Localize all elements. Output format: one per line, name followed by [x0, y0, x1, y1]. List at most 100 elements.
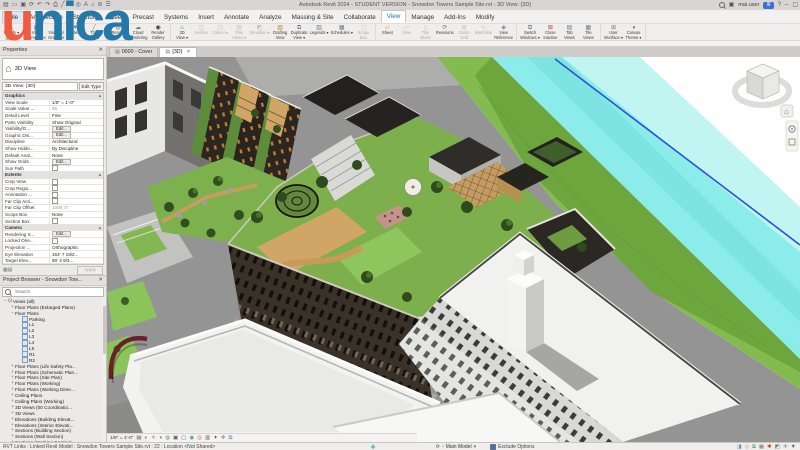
worksharing-display-toggle-icon[interactable]: ◨: [737, 444, 742, 450]
checkbox[interactable]: [52, 192, 58, 198]
close-icon[interactable]: ✕: [98, 46, 103, 55]
visual-style-icon[interactable]: ◐: [145, 435, 148, 442]
drag-elements-toggle-icon[interactable]: ✛: [783, 444, 788, 450]
search-input[interactable]: [13, 289, 97, 296]
background-processes-icon[interactable]: ❖: [370, 444, 375, 450]
aligned-dimension-icon[interactable]: ⇱: [68, 1, 73, 9]
thin-lines-icon[interactable]: ☰: [106, 1, 111, 9]
property-section-graphics[interactable]: Graphics▴: [3, 93, 103, 100]
matchline-button[interactable]: ∿Matchline: [474, 25, 494, 40]
text-icon[interactable]: A: [84, 1, 88, 9]
view-button[interactable]: ▭View: [397, 25, 416, 40]
project-browser-header[interactable]: Project Browser - Snowdon Tow... ✕: [0, 276, 106, 286]
ribbon-tab-view[interactable]: View: [381, 10, 407, 23]
patio-umbrella[interactable]: [405, 179, 422, 196]
render-gallery-button[interactable]: ◉Render Gallery: [149, 25, 168, 40]
crop-view-icon[interactable]: ▣: [173, 435, 178, 442]
render-button[interactable]: ◍Render: [109, 25, 128, 40]
3d-view-button[interactable]: ⌂3D View ▾: [173, 25, 192, 40]
checkbox[interactable]: [52, 165, 58, 171]
edit-type-button[interactable]: Edit Type: [79, 82, 104, 91]
type-selector[interactable]: ⌂ 3D View: [2, 58, 104, 80]
property-value[interactable]: Fine: [50, 113, 103, 118]
ribbon-tab-structure[interactable]: Structure: [68, 12, 104, 23]
ribbon-tab-annotate[interactable]: Annotate: [219, 12, 254, 23]
tile-views-button[interactable]: ▦Tile Views: [579, 25, 598, 40]
elevation-button[interactable]: ◩Elevation ▾: [249, 25, 271, 40]
property-value[interactable]: By Discipline: [50, 146, 103, 151]
chevron-down-icon[interactable]: ▾: [474, 444, 477, 450]
property-value[interactable]: Orthographic: [50, 245, 103, 250]
scrollbar-thumb[interactable]: [103, 306, 106, 354]
edit-button[interactable]: Edit...: [52, 159, 71, 165]
collapse-icon[interactable]: ▴: [99, 225, 103, 231]
property-value[interactable]: 90' 4 9/3...: [50, 258, 103, 263]
property-value[interactable]: 164' 7 19/2...: [50, 252, 103, 257]
property-value[interactable]: None: [50, 212, 103, 217]
close-icon[interactable]: ✕: [186, 48, 190, 57]
sync-with-central-icon[interactable]: ⟳: [29, 1, 34, 9]
properties-palette-icon[interactable]: ▦▤: [3, 267, 12, 273]
tag-by-category-icon[interactable]: ◎: [76, 1, 81, 9]
help-button[interactable]: ?: [778, 1, 781, 9]
minimize-button[interactable]: –: [785, 1, 788, 9]
open-icon[interactable]: ▭: [12, 1, 18, 9]
user-interface-button[interactable]: ⊞User Interface ▾: [603, 25, 624, 40]
property-value[interactable]: Architectural: [50, 139, 103, 144]
maximize-button[interactable]: ▢: [792, 1, 798, 9]
close-inactive-button[interactable]: ⊠Close Inactive: [541, 25, 560, 40]
property-value[interactable]: None: [50, 153, 103, 158]
print-icon[interactable]: ⎙: [53, 1, 58, 9]
instance-selector-dropdown[interactable]: 3D View: {3D}: [2, 82, 78, 91]
ribbon-tab-steel[interactable]: Steel: [103, 12, 127, 23]
account-user[interactable]: mai.user: [738, 2, 759, 8]
view-templates-button[interactable]: ▣View Templates: [26, 25, 47, 40]
cloud-rendering-button[interactable]: ☁Cloud Rendering: [128, 25, 149, 40]
drawing-area[interactable]: ⌂: [107, 57, 800, 442]
active-workset-icon[interactable]: ⟳: [436, 444, 440, 450]
default-3d-view-icon[interactable]: ⌂: [91, 1, 95, 9]
ribbon-tab-architecture[interactable]: Architecture: [24, 12, 68, 23]
section-button[interactable]: ◫Section: [192, 25, 211, 40]
workspaces-badge[interactable]: ≣: [763, 2, 773, 9]
show-crop-region-icon[interactable]: ▢: [181, 435, 186, 442]
ribbon-tab-modify[interactable]: Modify: [471, 12, 500, 23]
sheet-button[interactable]: ▱Sheet: [378, 25, 397, 40]
undo-icon[interactable]: ↶: [37, 1, 42, 9]
ribbon-tab-systems[interactable]: Systems: [159, 12, 193, 23]
plan-views-button[interactable]: ▤Plan Views ▾: [230, 25, 249, 40]
canvas-theme-button[interactable]: ◑Canvas Theme ▾: [624, 25, 643, 40]
exclude-options-checkbox[interactable]: Exclude Options: [490, 444, 534, 450]
save-icon[interactable]: ▣: [20, 1, 26, 9]
hide-analytical-model-icon[interactable]: ✦: [213, 435, 218, 442]
temporary-view-properties-icon[interactable]: ▥: [205, 435, 210, 442]
shadows-icon[interactable]: ◑: [159, 435, 162, 442]
select-pinned-toggle-icon[interactable]: ✱: [767, 444, 772, 450]
workset-status-icon[interactable]: ▫: [442, 444, 444, 450]
duplicate-view-button[interactable]: ⧉Duplicate View ▾: [290, 25, 309, 40]
visibility-graphics-button[interactable]: ◉Visibility/ Graphics: [47, 25, 66, 40]
file-menu-icon[interactable]: ▤: [3, 1, 9, 9]
render-dialog-icon[interactable]: ◍: [165, 435, 170, 442]
ribbon-tab-file[interactable]: File: [2, 11, 24, 23]
properties-header[interactable]: Properties ✕: [0, 46, 106, 56]
modify-button[interactable]: ↖Modify ▾: [2, 25, 21, 36]
filters-button[interactable]: ▼Filters: [66, 25, 85, 40]
apply-button[interactable]: Apply: [77, 266, 103, 275]
select-underlay-toggle-icon[interactable]: ▦: [759, 444, 764, 450]
schedules-button[interactable]: ▦Schedules ▾: [330, 25, 354, 40]
navigation-bar[interactable]: [786, 121, 798, 151]
ribbon-tab-massing-site[interactable]: Massing & Site: [287, 12, 339, 23]
ribbon-tab-insert[interactable]: Insert: [193, 12, 219, 23]
scope-box-button[interactable]: ▢Scope Box: [354, 25, 373, 40]
view-reference-button[interactable]: ◈View Reference: [493, 25, 514, 40]
constraints-icon[interactable]: ✛: [221, 435, 226, 442]
view-tab-3d[interactable]: ▤{3D}✕: [159, 47, 196, 57]
thin-lines-button[interactable]: ╱Thin Lines: [85, 25, 104, 40]
guide-grid-button[interactable]: ⊞Guide Grid: [455, 25, 474, 40]
reveal-hidden-elements-icon[interactable]: ◎: [197, 435, 202, 442]
search-icon[interactable]: [719, 2, 725, 8]
design-options-filter-icon[interactable]: ◇: [745, 444, 749, 450]
active-design-option[interactable]: Main Model: [446, 444, 472, 450]
checkbox[interactable]: [52, 179, 58, 185]
